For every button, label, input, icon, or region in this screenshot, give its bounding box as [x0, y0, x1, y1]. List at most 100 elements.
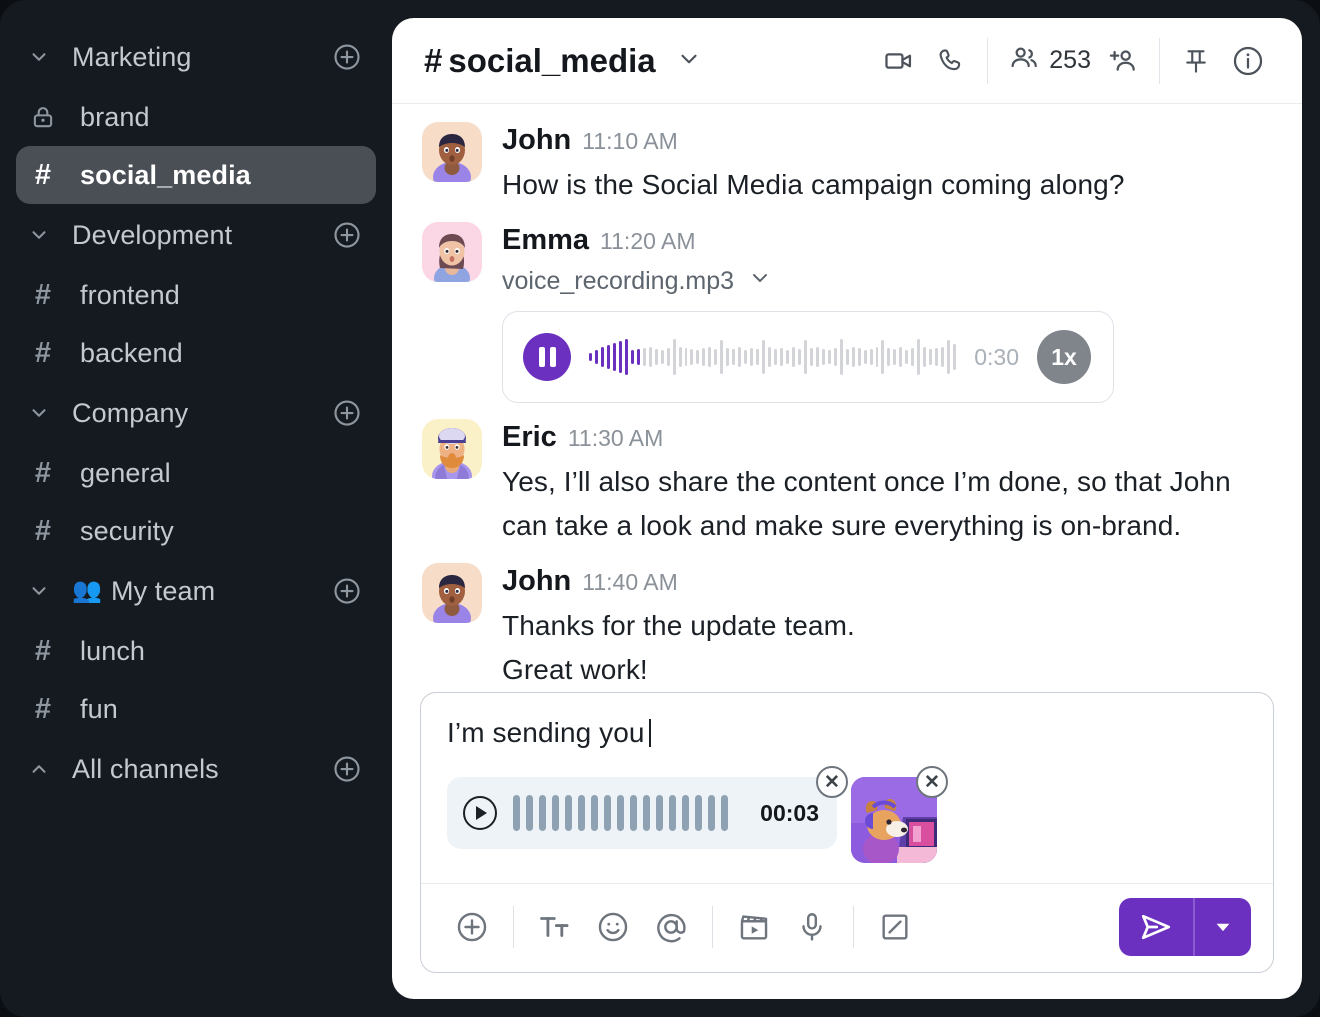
attachment-audio[interactable]: 00:03 ✕	[447, 766, 848, 849]
people-icon	[1008, 42, 1040, 79]
microphone-icon[interactable]	[783, 898, 841, 956]
text-cursor	[648, 719, 651, 747]
add-channel-icon[interactable]	[332, 754, 362, 784]
emoji-icon[interactable]	[584, 898, 642, 956]
sidebar-group-development[interactable]: Development	[16, 204, 376, 266]
sidebar-item-general[interactable]: # general	[16, 444, 376, 502]
sidebar-group-marketing[interactable]: Marketing	[16, 26, 376, 88]
attachment-image[interactable]: ✕	[851, 766, 948, 863]
remove-attachment-icon[interactable]: ✕	[916, 766, 948, 798]
hash-icon: #	[34, 336, 52, 369]
send-icon[interactable]	[1119, 898, 1193, 956]
message-timestamp: 11:20 AM	[600, 228, 696, 255]
member-count[interactable]: 253	[998, 42, 1097, 79]
pause-button[interactable]	[523, 333, 571, 382]
phone-icon[interactable]	[925, 35, 977, 87]
send-button-group[interactable]	[1119, 898, 1251, 956]
message-meta: John 11:40 AM	[502, 565, 1272, 598]
add-person-icon[interactable]	[1097, 35, 1149, 87]
add-channel-icon[interactable]	[332, 576, 362, 606]
add-channel-icon[interactable]	[332, 220, 362, 250]
chevron-down-icon[interactable]	[1195, 898, 1251, 956]
hash-icon: #	[34, 456, 52, 489]
sidebar-group-my-team[interactable]: 👥 My team	[16, 560, 376, 622]
message-meta: Eric 11:30 AM	[502, 421, 1272, 454]
chevron-down-icon[interactable]	[28, 402, 50, 424]
message-body: Eric 11:30 AM Yes, I’ll also share the c…	[502, 419, 1272, 547]
sidebar-item-fun[interactable]: # fun	[16, 680, 376, 738]
add-channel-icon[interactable]	[332, 42, 362, 72]
chevron-down-icon[interactable]	[28, 580, 50, 602]
remove-attachment-icon[interactable]: ✕	[816, 766, 848, 798]
slash-square-icon[interactable]	[866, 898, 924, 956]
hash-icon: #	[34, 514, 52, 547]
attachment-duration: 00:03	[760, 799, 819, 826]
message-list: John 11:10 AM How is the Social Media ca…	[392, 104, 1302, 692]
info-icon[interactable]	[1222, 35, 1274, 87]
video-camera-icon[interactable]	[873, 35, 925, 87]
member-count-value: 253	[1049, 46, 1091, 74]
eric-avatar	[422, 419, 482, 480]
chat-app-window: Marketing brand # social_media Developme…	[0, 0, 1320, 1017]
sidebar-item-label: general	[80, 457, 171, 488]
message-text: Yes, I’ll also share the content once I’…	[502, 466, 1231, 541]
sidebar-group-label: Development	[72, 219, 233, 250]
channel-sidebar: Marketing brand # social_media Developme…	[0, 0, 392, 1017]
busts-in-silhouette-icon: 👥	[72, 577, 102, 604]
channel-title[interactable]: # social_media	[424, 42, 702, 80]
text-format-icon[interactable]	[526, 898, 584, 956]
chevron-up-icon[interactable]	[28, 758, 50, 780]
pin-icon[interactable]	[1170, 35, 1222, 87]
chevron-down-icon[interactable]	[28, 46, 50, 68]
attachment-audio-chip[interactable]: 00:03	[447, 777, 837, 849]
composer-input[interactable]: I’m sending you	[421, 693, 1273, 753]
sidebar-item-label: frontend	[80, 279, 180, 310]
audio-filename: voice_recording.mp3	[502, 267, 735, 296]
message-body: John 11:10 AM How is the Social Media ca…	[502, 122, 1272, 206]
chevron-down-icon[interactable]	[28, 224, 50, 246]
message-item: Eric 11:30 AM Yes, I’ll also share the c…	[422, 419, 1272, 547]
sidebar-item-label: lunch	[80, 635, 146, 666]
plus-circle-icon[interactable]	[443, 898, 501, 956]
audio-player[interactable]: 0:30 1x	[502, 311, 1114, 404]
hash-icon: #	[424, 41, 443, 79]
play-icon[interactable]	[463, 796, 497, 830]
audio-waveform[interactable]	[589, 329, 957, 385]
sidebar-item-brand[interactable]: brand	[16, 88, 376, 146]
sidebar-item-backend[interactable]: # backend	[16, 324, 376, 382]
message-timestamp: 11:40 AM	[582, 569, 678, 596]
header-actions: 253	[873, 35, 1274, 87]
composer-toolbar	[421, 884, 1273, 972]
attachment-waveform	[513, 793, 744, 833]
message-body: John 11:40 AM Thanks for the update team…	[502, 563, 1272, 691]
message-author: Eric	[502, 421, 557, 454]
sidebar-item-lunch[interactable]: # lunch	[16, 622, 376, 680]
audio-duration: 0:30	[974, 343, 1019, 370]
divider	[853, 906, 854, 948]
channel-name: social_media	[448, 41, 656, 79]
chevron-down-icon[interactable]	[676, 46, 702, 72]
sidebar-group-label: Company	[72, 397, 189, 428]
sidebar-item-social-media[interactable]: # social_media	[16, 146, 376, 204]
sidebar-group-all-channels[interactable]: All channels	[16, 738, 376, 800]
message-timestamp: 11:10 AM	[582, 128, 678, 154]
sidebar-item-label: brand	[80, 101, 150, 132]
message-meta: Emma 11:20 AM	[502, 224, 1272, 257]
clapperboard-icon[interactable]	[725, 898, 783, 956]
attachment-list: 00:03 ✕ ✕	[421, 753, 1273, 884]
audio-filename-row[interactable]: voice_recording.mp3	[502, 266, 1272, 297]
composer-draft-text: I’m sending you	[447, 717, 645, 748]
hash-icon: #	[34, 278, 52, 311]
add-channel-icon[interactable]	[332, 398, 362, 428]
divider	[987, 37, 989, 84]
sidebar-item-frontend[interactable]: # frontend	[16, 266, 376, 324]
hash-icon: #	[34, 634, 52, 667]
sidebar-group-company[interactable]: Company	[16, 382, 376, 444]
playback-speed-button[interactable]: 1x	[1037, 330, 1091, 385]
chevron-down-icon[interactable]	[748, 266, 772, 297]
emma-avatar	[422, 222, 482, 283]
divider	[513, 906, 514, 948]
message-composer[interactable]: I’m sending you 00:03 ✕ ✕	[420, 692, 1274, 973]
at-sign-icon[interactable]	[642, 898, 700, 956]
sidebar-item-security[interactable]: # security	[16, 502, 376, 560]
